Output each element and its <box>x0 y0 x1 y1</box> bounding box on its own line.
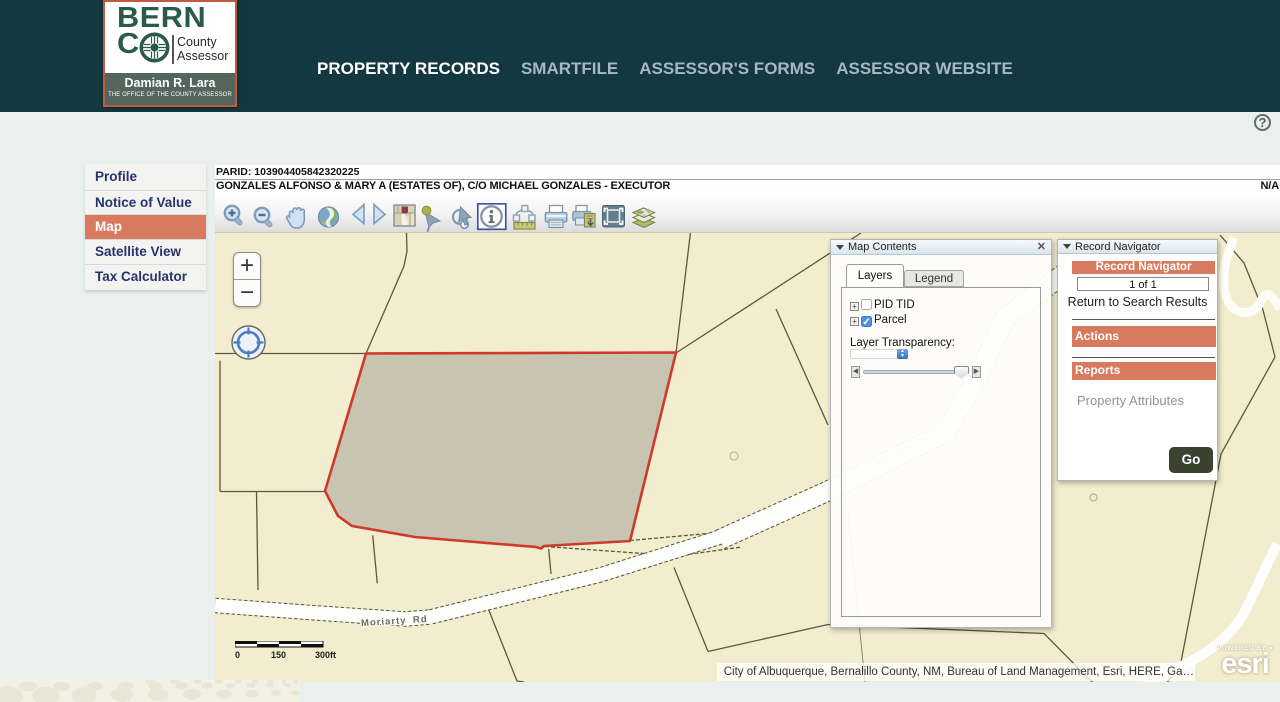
svg-text:Rd: Rd <box>413 614 428 626</box>
